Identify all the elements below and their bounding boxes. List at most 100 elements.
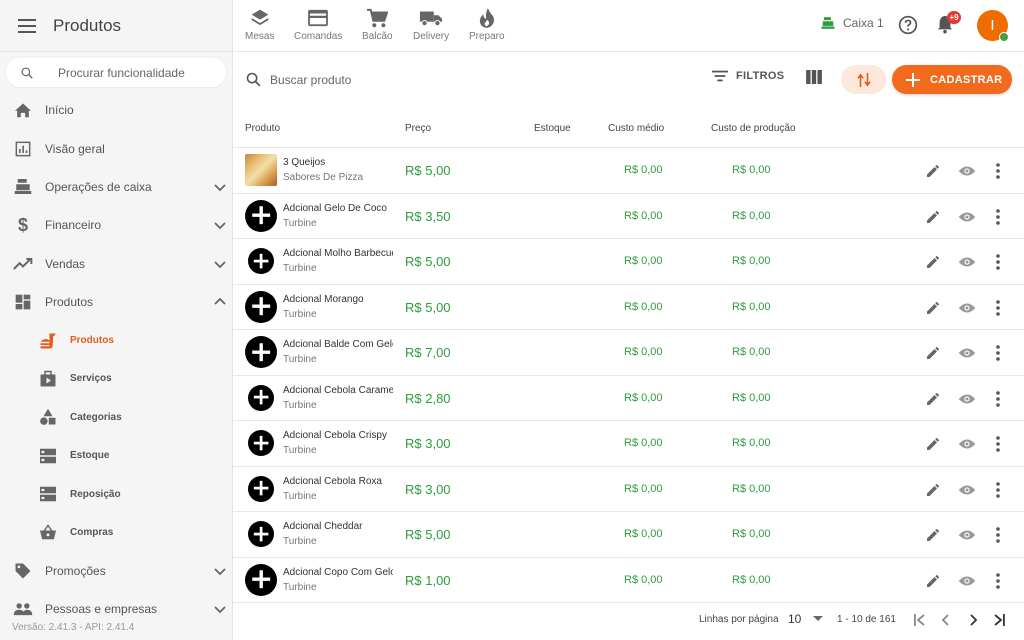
product-search-input[interactable] bbox=[270, 72, 570, 87]
feature-search[interactable] bbox=[6, 58, 226, 87]
avatar[interactable]: I bbox=[977, 10, 1009, 42]
table-row[interactable]: Adcional Morango Turbine R$ 5,00 R$ 0,00 R$ … bbox=[233, 285, 1024, 330]
more-options-icon[interactable] bbox=[988, 480, 1008, 500]
sidebar-item-inicio[interactable]: Início bbox=[0, 91, 232, 129]
cash-register-selector[interactable]: Caixa 1 bbox=[821, 16, 884, 30]
view-icon[interactable] bbox=[957, 480, 977, 500]
more-options-icon[interactable] bbox=[988, 252, 1008, 272]
sidebar-subitem-produtos[interactable]: Produtos bbox=[0, 321, 232, 359]
view-icon[interactable] bbox=[957, 298, 977, 318]
chevron-down-icon[interactable] bbox=[212, 563, 228, 579]
help-icon[interactable] bbox=[898, 15, 918, 40]
mode-preparo[interactable]: Preparo bbox=[469, 6, 505, 42]
notifications-button[interactable]: +9 bbox=[936, 11, 961, 34]
more-options-icon[interactable] bbox=[988, 207, 1008, 227]
last-page-icon[interactable] bbox=[989, 610, 1009, 630]
table-row[interactable]: Adcional Cebola Roxa Turbine R$ 3,00 R$ 0,0… bbox=[233, 467, 1024, 512]
filters-button[interactable]: FILTROS bbox=[712, 70, 784, 82]
column-header-price[interactable]: Preço bbox=[405, 123, 431, 134]
columns-icon[interactable] bbox=[806, 70, 822, 89]
mode-balcao[interactable]: Balcão bbox=[362, 6, 393, 42]
first-page-icon[interactable] bbox=[910, 610, 930, 630]
more-options-icon[interactable] bbox=[988, 161, 1008, 181]
sidebar-subitem-compras[interactable]: Compras bbox=[0, 513, 232, 551]
more-options-icon[interactable] bbox=[988, 389, 1008, 409]
product-avg-cost: R$ 0,00 bbox=[624, 346, 663, 358]
edit-icon[interactable] bbox=[923, 343, 943, 363]
truck-icon bbox=[419, 6, 443, 30]
table-row[interactable]: Adcional Cebola Crispy Turbine R$ 3,00 R$ 0… bbox=[233, 421, 1024, 467]
view-icon[interactable] bbox=[957, 161, 977, 181]
sidebar-subitem-estoque[interactable]: Estoque bbox=[0, 437, 232, 475]
table-row[interactable]: Adcional Cebola Caramelizada Turbine R$ 2,… bbox=[233, 376, 1024, 421]
sidebar-item-visao-geral[interactable]: Visão geral bbox=[0, 129, 232, 167]
sidebar-item-operacoes-caixa[interactable]: Operações de caixa bbox=[0, 168, 232, 206]
table-row[interactable]: Adcional Copo Com Gelo Turbine R$ 1,00 R$ 0… bbox=[233, 558, 1024, 603]
view-icon[interactable] bbox=[957, 207, 977, 227]
column-header-product[interactable]: Produto bbox=[245, 123, 280, 134]
product-prod-cost: R$ 0,00 bbox=[732, 255, 771, 267]
chevron-down-icon[interactable] bbox=[212, 217, 228, 233]
view-icon[interactable] bbox=[957, 571, 977, 591]
table-body: 3 Queijos Sabores De Pizza R$ 5,00 R$ 0,00 R… bbox=[233, 148, 1024, 603]
product-price: R$ 7,00 bbox=[405, 345, 451, 360]
more-options-icon[interactable] bbox=[988, 298, 1008, 318]
chevron-down-icon[interactable] bbox=[212, 179, 228, 195]
edit-icon[interactable] bbox=[923, 389, 943, 409]
dropdown-arrow-icon bbox=[813, 616, 824, 622]
swap-vert-icon bbox=[856, 72, 871, 88]
table-row[interactable]: Adcional Balde Com Gelo Turbine R$ 7,00 R$ … bbox=[233, 330, 1024, 376]
edit-icon[interactable] bbox=[923, 434, 943, 454]
view-icon[interactable] bbox=[957, 343, 977, 363]
sidebar-subitem-reposicao[interactable]: Reposição bbox=[0, 475, 232, 513]
more-options-icon[interactable] bbox=[988, 571, 1008, 591]
sidebar-subitem-categorias[interactable]: Categorias bbox=[0, 398, 232, 436]
column-header-stock[interactable]: Estoque bbox=[534, 123, 571, 134]
sidebar-item-vendas[interactable]: Vendas bbox=[0, 245, 232, 283]
sidebar-subitem-servicos[interactable]: Serviços bbox=[0, 360, 232, 398]
view-icon[interactable] bbox=[957, 252, 977, 272]
view-icon[interactable] bbox=[957, 389, 977, 409]
chevron-down-icon[interactable] bbox=[212, 601, 228, 617]
edit-icon[interactable] bbox=[923, 525, 943, 545]
product-name: Adcional Cebola Crispy bbox=[283, 430, 387, 441]
layers-icon bbox=[248, 6, 272, 30]
column-header-avg-cost[interactable]: Custo médio bbox=[608, 123, 664, 134]
more-options-icon[interactable] bbox=[988, 434, 1008, 454]
view-icon[interactable] bbox=[957, 525, 977, 545]
chevron-up-icon[interactable] bbox=[212, 294, 228, 310]
sidebar-item-produtos[interactable]: Produtos bbox=[0, 283, 232, 321]
sort-button[interactable] bbox=[841, 65, 886, 94]
edit-icon[interactable] bbox=[923, 571, 943, 591]
edit-icon[interactable] bbox=[923, 480, 943, 500]
edit-icon[interactable] bbox=[923, 161, 943, 181]
chevron-down-icon[interactable] bbox=[212, 256, 228, 272]
column-header-prod-cost[interactable]: Custo de produção bbox=[711, 123, 796, 134]
edit-icon[interactable] bbox=[923, 252, 943, 272]
mode-label: Balcão bbox=[362, 31, 393, 42]
table-row[interactable]: Adcional Molho Barbecue Turbine R$ 5,00 R$ … bbox=[233, 239, 1024, 285]
previous-page-icon[interactable] bbox=[936, 610, 956, 630]
sidebar-item-financeiro[interactable]: $ Financeiro bbox=[0, 206, 232, 244]
product-name: Adcional Cebola Caramelizada bbox=[283, 384, 393, 396]
menu-icon[interactable] bbox=[17, 16, 37, 36]
view-icon[interactable] bbox=[957, 434, 977, 454]
edit-icon[interactable] bbox=[923, 207, 943, 227]
more-options-icon[interactable] bbox=[988, 343, 1008, 363]
mode-comandas[interactable]: Comandas bbox=[294, 6, 342, 42]
table-row[interactable]: Adcional Cheddar Turbine R$ 5,00 R$ 0,00 R$ … bbox=[233, 512, 1024, 558]
product-avg-cost: R$ 0,00 bbox=[624, 300, 663, 313]
sidebar-item-promocoes[interactable]: Promoções bbox=[0, 552, 232, 590]
mode-delivery[interactable]: Delivery bbox=[413, 6, 449, 42]
create-product-button[interactable]: CADASTRAR bbox=[892, 65, 1012, 94]
edit-icon[interactable] bbox=[923, 298, 943, 318]
mode-mesas[interactable]: Mesas bbox=[245, 6, 274, 42]
more-options-icon[interactable] bbox=[988, 525, 1008, 545]
next-page-icon[interactable] bbox=[963, 610, 983, 630]
table-row[interactable]: Adcional Gelo De Coco Turbine R$ 3,50 R$ 0,… bbox=[233, 194, 1024, 239]
rows-per-page-select[interactable]: 10 bbox=[788, 612, 824, 626]
product-search[interactable] bbox=[245, 71, 570, 88]
table-row[interactable]: 3 Queijos Sabores De Pizza R$ 5,00 R$ 0,00 R… bbox=[233, 148, 1024, 194]
feature-search-input[interactable] bbox=[58, 65, 218, 80]
products-toolbar: FILTROS CADASTRAR bbox=[233, 53, 1024, 107]
